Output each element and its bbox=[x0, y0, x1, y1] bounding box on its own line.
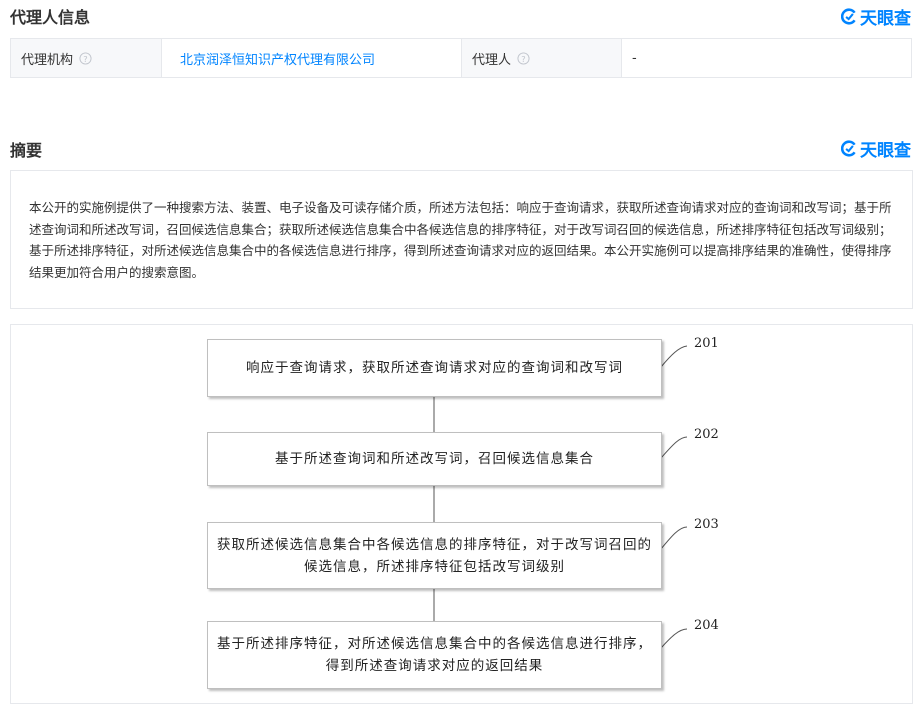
step-number-201: 201 bbox=[694, 336, 719, 351]
agent-label: 代理人 bbox=[472, 52, 512, 68]
flow-step-201: 响应于查询请求，获取所述查询请求对应的查询词和改写词 bbox=[207, 339, 662, 397]
abstract-box: 本公开的实施例提供了一种搜索方法、装置、电子设备及可读存储介质，所述方法包括：响… bbox=[10, 170, 913, 309]
brand-name: 天眼查 bbox=[860, 9, 911, 29]
step-number-203: 203 bbox=[694, 517, 719, 532]
agent-value-cell: - bbox=[622, 39, 911, 77]
flow-step-203: 获取所述候选信息集合中各候选信息的排序特征，对于改写词召回的候选信息，所述排序特… bbox=[207, 522, 662, 589]
leader-line bbox=[660, 526, 688, 550]
agent-label-cell: 代理人 ? bbox=[462, 39, 622, 77]
step-number-202: 202 bbox=[694, 427, 719, 442]
abstract-section-title: 摘要 bbox=[10, 141, 43, 160]
leader-line bbox=[660, 436, 688, 459]
brand-logo[interactable]: 天眼查 bbox=[841, 4, 911, 29]
help-icon[interactable]: ? bbox=[517, 51, 530, 65]
agency-label: 代理机构 bbox=[21, 52, 74, 68]
abstract-figure: 响应于查询请求，获取所述查询请求对应的查询词和改写词 201 基于所述查询词和所… bbox=[10, 324, 913, 704]
brand-name: 天眼查 bbox=[860, 141, 911, 161]
flow-step-202: 基于所述查询词和所述改写词，召回候选信息集合 bbox=[207, 432, 662, 486]
agency-link[interactable]: 北京润泽恒知识产权代理有限公司 bbox=[180, 49, 375, 68]
flow-step-204: 基于所述排序特征，对所述候选信息集合中的各候选信息进行排序，得到所述查询请求对应… bbox=[207, 621, 662, 689]
svg-text:?: ? bbox=[521, 53, 525, 63]
svg-text:?: ? bbox=[83, 53, 87, 63]
leader-line bbox=[660, 345, 688, 368]
agency-value-cell: 北京润泽恒知识产权代理有限公司 bbox=[162, 39, 462, 77]
step-number-204: 204 bbox=[694, 618, 719, 633]
agent-value: - bbox=[632, 50, 637, 66]
agent-section-title: 代理人信息 bbox=[10, 8, 91, 27]
leader-line bbox=[660, 628, 688, 649]
tianyancha-logo-icon bbox=[841, 140, 856, 157]
abstract-text: 本公开的实施例提供了一种搜索方法、装置、电子设备及可读存储介质，所述方法包括：响… bbox=[29, 200, 892, 280]
help-icon[interactable]: ? bbox=[79, 51, 92, 65]
brand-logo[interactable]: 天眼查 bbox=[841, 136, 911, 161]
tianyancha-logo-icon bbox=[841, 8, 856, 25]
agency-label-cell: 代理机构 ? bbox=[11, 39, 162, 77]
agent-info-table: 代理机构 ? 北京润泽恒知识产权代理有限公司 代理人 ? - bbox=[10, 38, 912, 78]
